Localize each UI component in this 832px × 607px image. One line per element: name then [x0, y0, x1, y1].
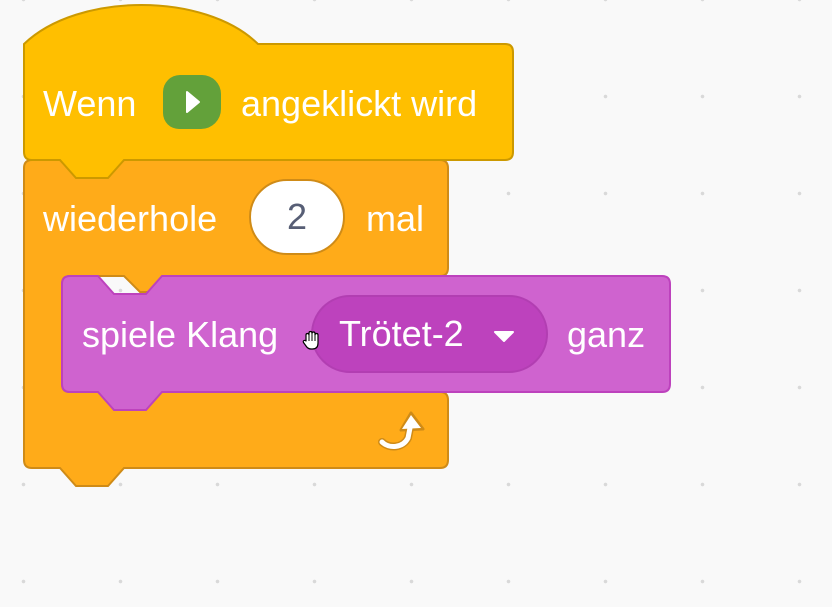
- sound-block-suffix: ganz: [567, 314, 646, 355]
- hand-cursor-icon: [302, 330, 319, 350]
- chevron-down-icon: [494, 331, 514, 342]
- code-workspace[interactable]: wiederhole 2 mal Wenn angeklickt wird sp…: [0, 0, 832, 607]
- sound-block-label: spiele Klang: [82, 314, 279, 355]
- sound-name: Trötet-2: [339, 313, 464, 354]
- sound-dropdown[interactable]: Trötet-2: [311, 295, 548, 373]
